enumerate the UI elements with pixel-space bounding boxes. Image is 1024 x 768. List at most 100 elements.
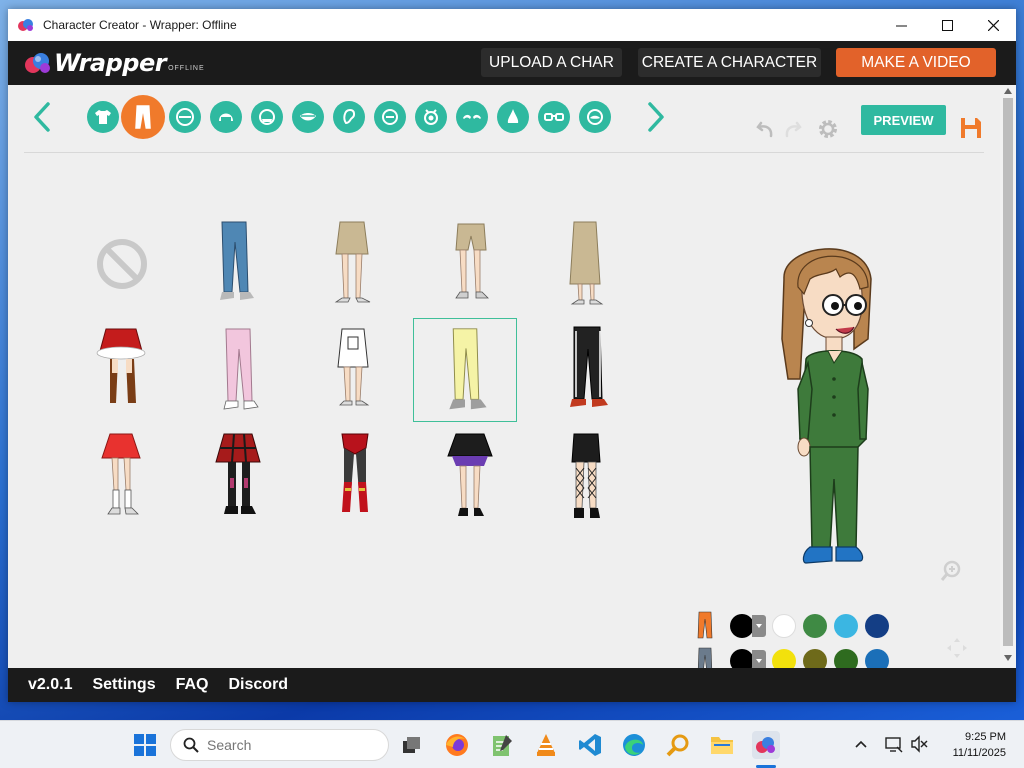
item-briefs-red-leggings[interactable] — [302, 422, 406, 526]
gear-icon[interactable] — [816, 117, 840, 141]
taskbar-firefox[interactable] — [443, 731, 471, 759]
category-lower-body[interactable] — [121, 95, 165, 139]
maximize-button[interactable] — [924, 9, 970, 41]
taskbar-task-view[interactable] — [398, 731, 426, 759]
app-footer: v2.0.1 Settings FAQ Discord — [8, 668, 1016, 702]
chevron-up-icon[interactable] — [855, 739, 867, 749]
category-facial-hair[interactable] — [579, 101, 611, 133]
vlc-icon — [537, 734, 555, 756]
taskbar-file-explorer[interactable] — [708, 731, 736, 759]
logo-subtext: OFFLINE — [168, 64, 205, 72]
long-skirt-khaki-icon — [569, 221, 604, 305]
app-icon — [18, 19, 33, 31]
taskbar-search[interactable] — [170, 729, 389, 761]
taskbar-vscode[interactable] — [576, 731, 604, 759]
category-nose[interactable] — [497, 101, 529, 133]
zoom-in-icon[interactable] — [940, 560, 962, 582]
item-skirt-khaki[interactable] — [302, 212, 406, 316]
eyebrows-icon — [463, 114, 481, 119]
item-pants-black-stripe[interactable] — [534, 317, 638, 421]
item-pants-pink[interactable] — [186, 317, 290, 421]
save-icon[interactable] — [960, 117, 982, 139]
shorts-khaki-icon — [455, 223, 489, 299]
app-window: Character Creator - Wrapper: Offline Wra… — [8, 9, 1016, 702]
network-icon[interactable] — [885, 735, 903, 753]
item-skirt-red-fur[interactable] — [70, 317, 174, 421]
skirt-black-ruffle-icon — [447, 433, 493, 516]
item-pants-yellow[interactable] — [413, 318, 517, 422]
item-long-skirt-khaki[interactable] — [534, 212, 638, 316]
category-mouth[interactable] — [292, 101, 324, 133]
search-icon — [183, 737, 199, 753]
move-icon[interactable] — [946, 637, 968, 659]
chevron-down-icon — [756, 624, 762, 628]
footer-discord-link[interactable]: Discord — [229, 676, 289, 694]
undo-icon[interactable] — [756, 119, 776, 139]
search-input[interactable] — [207, 737, 357, 753]
footer-settings-link[interactable]: Settings — [92, 676, 155, 694]
minimize-button[interactable] — [878, 9, 924, 41]
color-part-pants-icon — [697, 611, 713, 639]
taskbar: 9:25 PM 11/11/2025 — [0, 720, 1024, 768]
taskbar-edge[interactable] — [620, 731, 648, 759]
prev-arrow-icon[interactable] — [30, 100, 54, 134]
taskbar-magnifier[interactable] — [664, 731, 692, 759]
category-eyes[interactable] — [415, 101, 447, 133]
category-eyebrows[interactable] — [456, 101, 488, 133]
color-swatch-white[interactable] — [772, 614, 796, 638]
nose-icon — [507, 109, 519, 123]
next-arrow-icon[interactable] — [644, 100, 668, 134]
category-hair[interactable] — [210, 101, 242, 133]
close-button[interactable] — [970, 9, 1016, 41]
redo-icon[interactable] — [782, 119, 802, 139]
logo-text: Wrapper — [54, 49, 167, 77]
item-skirt-black-ruffle[interactable] — [418, 422, 522, 526]
mole-icon — [382, 109, 398, 125]
category-glasses[interactable] — [538, 101, 570, 133]
category-mole[interactable] — [374, 101, 406, 133]
item-shorts-khaki[interactable] — [418, 212, 522, 316]
footer-faq-link[interactable]: FAQ — [176, 676, 209, 694]
taskbar-notepad[interactable] — [488, 731, 516, 759]
color-swatch-green[interactable] — [803, 614, 827, 638]
task-view-icon — [403, 737, 420, 753]
volume-muted-icon[interactable] — [910, 735, 928, 753]
color-swatch-light-blue[interactable] — [834, 614, 858, 638]
color-swatch-black[interactable] — [730, 614, 754, 638]
app-header: Wrapper OFFLINE UPLOAD A CHAR CREATE A C… — [8, 41, 1016, 85]
item-skirt-black-fishnet[interactable] — [534, 422, 638, 526]
back-hair-icon — [259, 109, 275, 125]
item-skirt-white[interactable] — [302, 317, 406, 421]
ear-icon — [343, 108, 356, 125]
jeans-blue-icon — [220, 221, 254, 300]
upload-char-button[interactable]: UPLOAD A CHAR — [481, 48, 622, 77]
item-none[interactable] — [70, 212, 174, 316]
scroll-down-icon[interactable] — [1004, 655, 1012, 661]
vscode-icon — [579, 734, 601, 756]
category-back-hair[interactable] — [251, 101, 283, 133]
category-upper-body[interactable] — [87, 101, 119, 133]
category-face-shape[interactable] — [169, 101, 201, 133]
item-skirt-plaid-red[interactable] — [186, 422, 290, 526]
preview-button[interactable]: PREVIEW — [861, 105, 946, 135]
start-button[interactable] — [131, 731, 159, 759]
hair-icon — [219, 113, 233, 121]
close-icon — [987, 19, 999, 31]
pants-black-stripe-icon — [570, 326, 608, 407]
item-jeans-blue[interactable] — [186, 212, 290, 316]
taskbar-vlc[interactable] — [532, 731, 560, 759]
create-character-button[interactable]: CREATE A CHARACTER — [638, 48, 821, 77]
skirt-khaki-icon — [334, 221, 371, 303]
color-dropdown-button[interactable] — [752, 615, 766, 637]
pants-yellow-icon — [449, 328, 487, 410]
category-ear[interactable] — [333, 101, 365, 133]
scroll-up-icon[interactable] — [1004, 88, 1012, 94]
mouth-icon — [300, 113, 316, 121]
eye-icon — [424, 109, 438, 125]
make-video-button[interactable]: MAKE A VIDEO — [836, 48, 996, 77]
item-skirt-red-pleated[interactable] — [70, 422, 174, 526]
scrollbar-thumb[interactable] — [1003, 98, 1013, 646]
taskbar-wrapper-offline[interactable] — [752, 731, 780, 759]
taskbar-clock[interactable]: 9:25 PM 11/11/2025 — [953, 729, 1006, 761]
color-swatch-navy[interactable] — [865, 614, 889, 638]
